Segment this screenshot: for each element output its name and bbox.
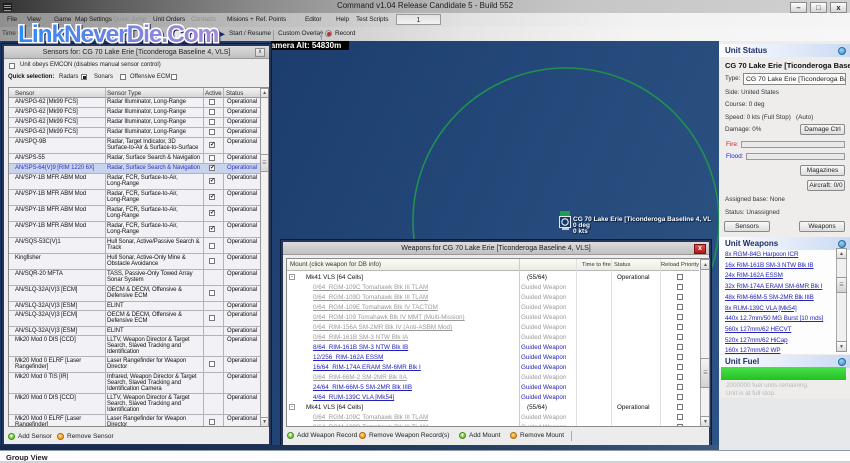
svg-text:LinkNeverDie.Com: LinkNeverDie.Com xyxy=(18,21,219,48)
